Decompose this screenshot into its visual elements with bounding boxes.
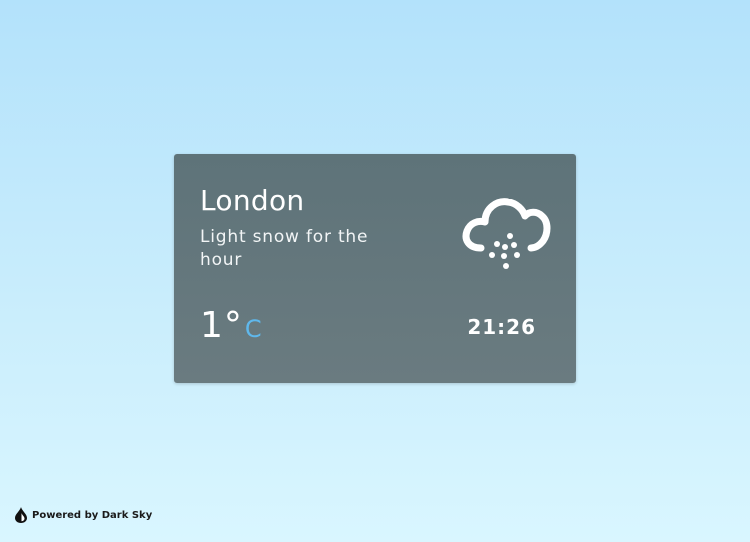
city-name: London bbox=[200, 184, 305, 217]
powered-by-dark-sky[interactable]: Powered by Dark Sky bbox=[15, 506, 152, 524]
temperature-unit: C bbox=[244, 315, 262, 343]
snow-cloud-icon bbox=[462, 198, 551, 269]
dark-sky-logo-icon bbox=[15, 507, 27, 523]
weather-card: London Light snow for the hour 1°C 21:26 bbox=[174, 154, 576, 383]
powered-by-label: Powered by Dark Sky bbox=[32, 509, 153, 521]
current-time: 21:26 bbox=[467, 315, 536, 339]
temperature-display: 1°C bbox=[200, 304, 262, 354]
weather-summary: Light snow for the hour bbox=[200, 227, 369, 270]
temperature-value: 1° bbox=[200, 305, 243, 346]
